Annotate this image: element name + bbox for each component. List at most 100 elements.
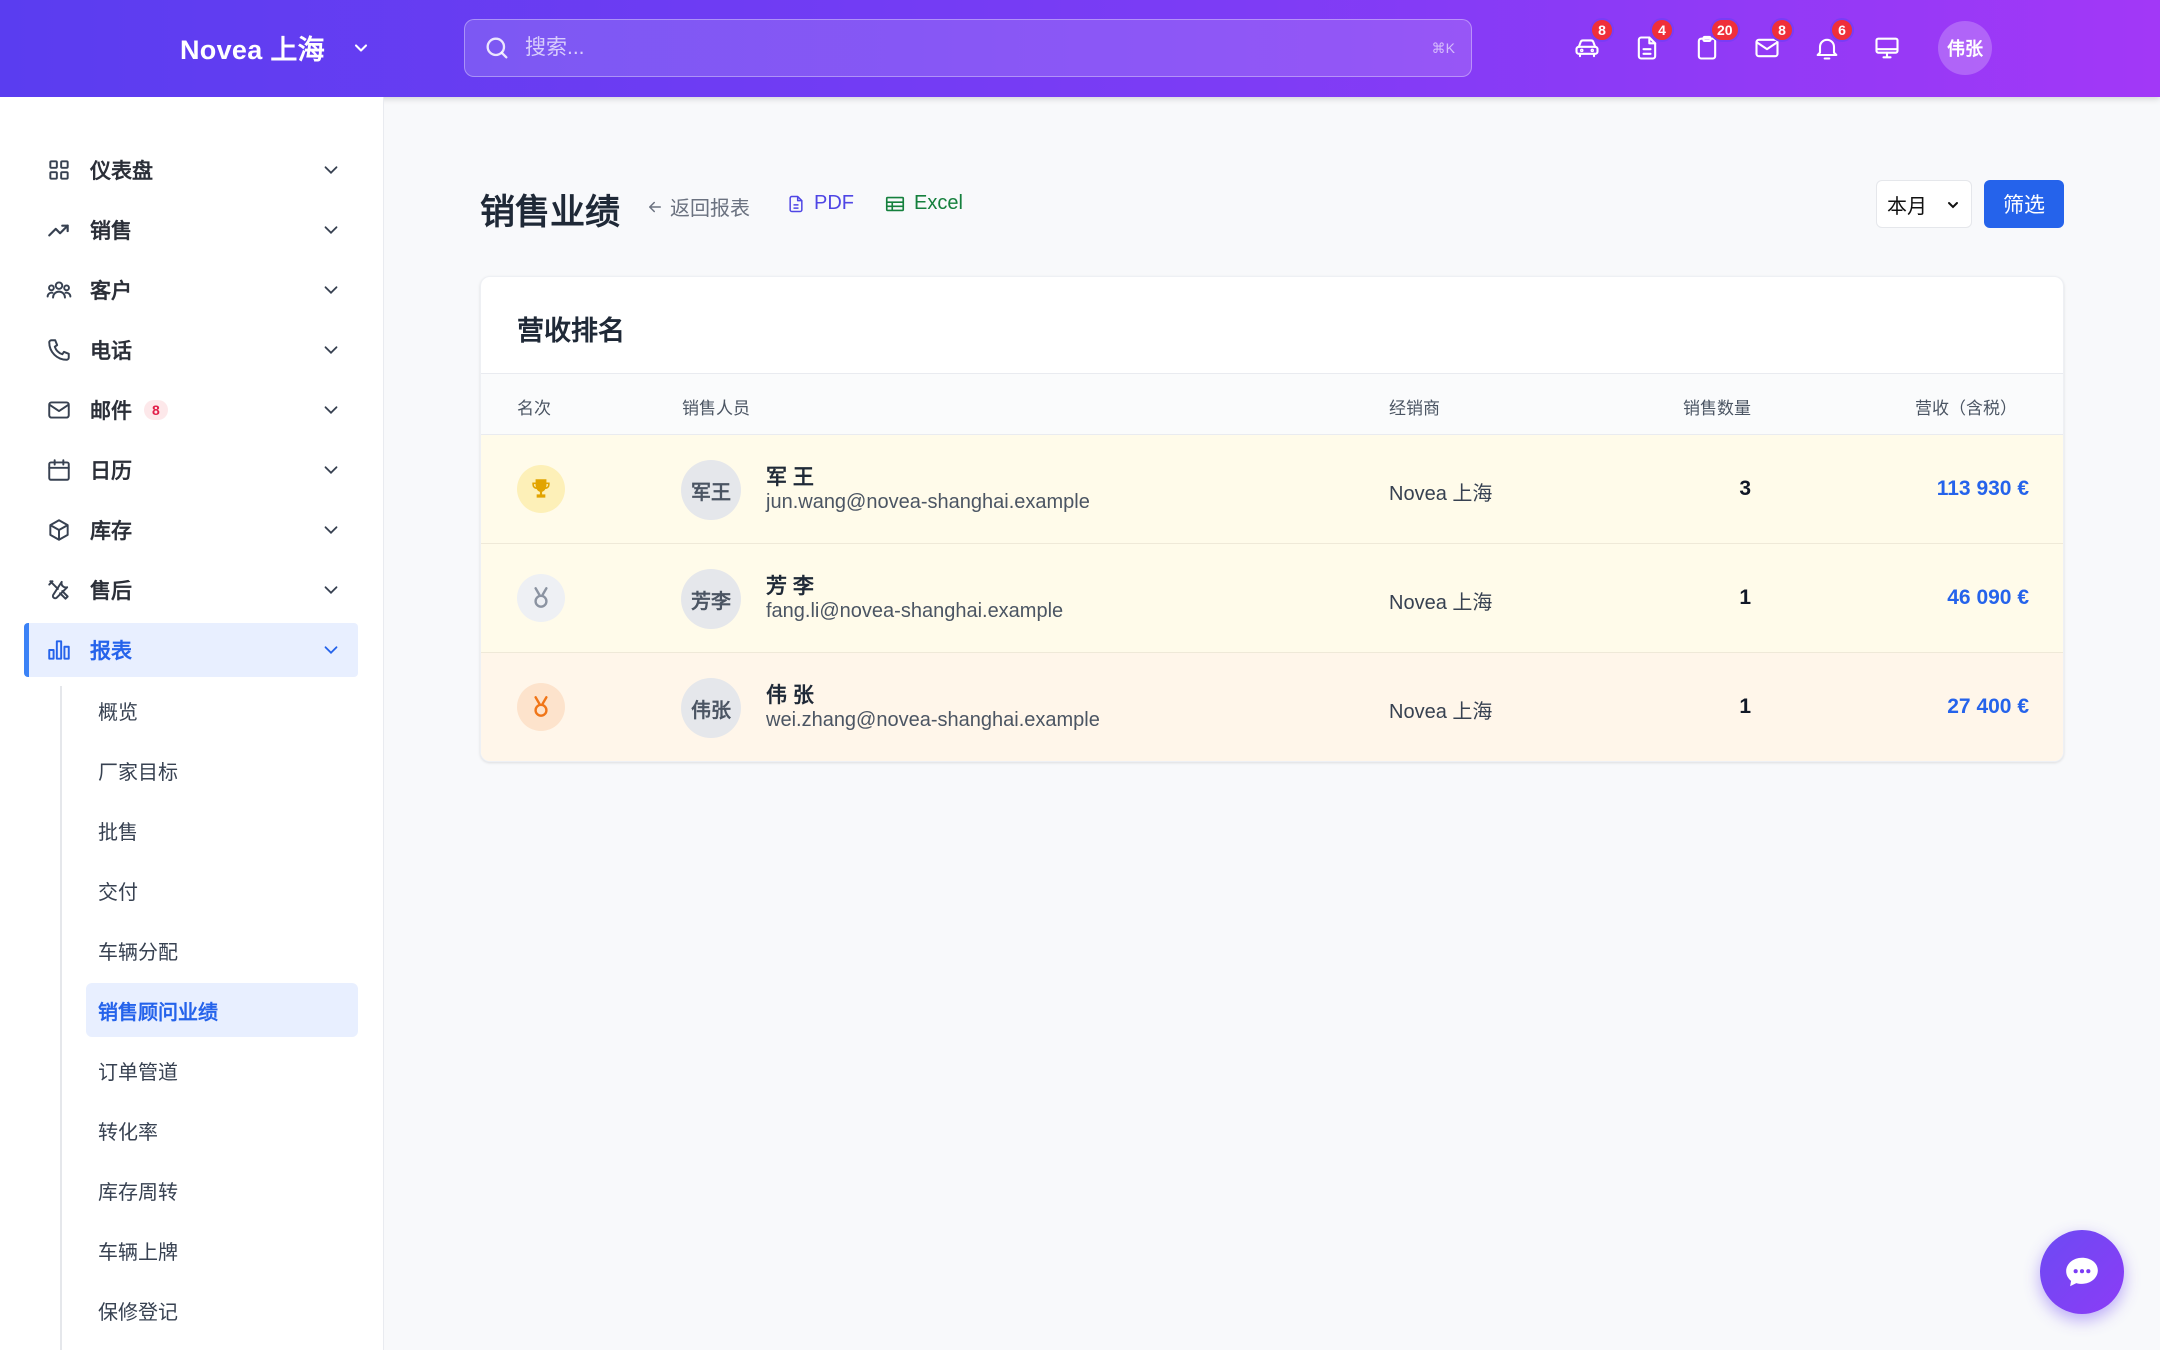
notification-badge: 8 <box>1590 18 1614 42</box>
notification-badge: 6 <box>1830 18 1854 42</box>
submenu-item-consultant-performance[interactable]: 销售顾问业绩 <box>86 983 358 1037</box>
avatar: 芳李 <box>681 569 741 629</box>
submenu-item-conversion-rate[interactable]: 转化率 <box>86 1103 358 1157</box>
sidebar-item-mail[interactable]: 邮件 8 <box>24 383 358 437</box>
filter-button[interactable]: 筛选 <box>1984 180 2064 228</box>
submenu-item-order-pipeline[interactable]: 订单管道 <box>86 1043 358 1097</box>
sidebar-item-label: 电话 <box>90 340 132 363</box>
mail-count-badge: 8 <box>144 400 168 420</box>
monitor-icon <box>1875 37 1899 59</box>
sidebar-item-sales[interactable]: 销售 <box>24 203 358 257</box>
chevron-down-icon <box>324 346 338 355</box>
chart-icon <box>44 635 74 665</box>
salesperson-email: fang.li@novea-shanghai.example <box>766 600 1064 622</box>
revenue-value: 27 400 € <box>1947 695 2029 718</box>
search-icon <box>486 37 508 59</box>
search-box[interactable]: ⌘K <box>464 19 1472 77</box>
column-header-quantity: 销售数量 <box>1683 399 1751 418</box>
display-button[interactable] <box>1870 26 1904 70</box>
car-button[interactable]: 8 <box>1570 18 1614 70</box>
submenu-guide-line <box>60 686 62 1350</box>
brand-switcher[interactable]: Novea 上海 <box>180 28 371 67</box>
sidebar-item-label: 报表 <box>90 640 132 663</box>
mail-button[interactable]: 8 <box>1750 18 1794 70</box>
search-shortcut: ⌘K <box>1431 39 1455 56</box>
page-title: 销售业绩 <box>480 193 621 232</box>
period-select[interactable]: 本月 <box>1876 180 1972 228</box>
chevron-down-icon <box>1948 202 1958 209</box>
documents-button[interactable]: 4 <box>1630 18 1674 70</box>
chevron-down-icon <box>324 286 338 295</box>
avatar: 伟张 <box>681 678 741 738</box>
submenu-item-warranty[interactable]: 保修登记 <box>86 1283 358 1337</box>
dealer-name: Novea 上海 <box>1389 592 1493 614</box>
sidebar-item-after-sales[interactable]: 售后 <box>24 563 358 617</box>
column-header-dealer: 经销商 <box>1389 399 1440 418</box>
submenu-item-wholesale[interactable]: 批售 <box>86 803 358 857</box>
user-avatar[interactable]: 伟张 <box>1938 21 1992 75</box>
salesperson-email: wei.zhang@novea-shanghai.example <box>766 709 1100 731</box>
sidebar-item-label: 库存 <box>90 520 132 543</box>
sales-quantity: 3 <box>1739 477 1751 500</box>
phone-icon <box>44 335 74 365</box>
submenu-item-registration[interactable]: 车辆上牌 <box>86 1223 358 1277</box>
chevron-down-icon <box>324 166 338 175</box>
dealer-name: Novea 上海 <box>1389 483 1493 505</box>
column-header-salesperson: 销售人员 <box>682 399 750 418</box>
top-bar: Novea 上海 ⌘K 8 4 20 8 6 伟张 <box>0 0 2160 97</box>
period-value: 本月 <box>1887 195 1927 218</box>
submenu-item-overview[interactable]: 概览 <box>86 683 358 737</box>
chevron-down-icon <box>324 466 338 475</box>
submenu-item-oem-targets[interactable]: 厂家目标 <box>86 743 358 797</box>
notification-badge: 8 <box>1770 18 1794 42</box>
submenu-item-stock-turnover[interactable]: 库存周转 <box>86 1163 358 1217</box>
trophy-icon <box>517 465 565 513</box>
card-title: 营收排名 <box>517 316 625 346</box>
sidebar-item-reports[interactable]: 报表 <box>24 623 358 677</box>
chevron-down-icon <box>324 586 338 595</box>
tools-icon <box>44 575 74 605</box>
sidebar-item-inventory[interactable]: 库存 <box>24 503 358 557</box>
submenu-item-delivery[interactable]: 交付 <box>86 863 358 917</box>
search-input[interactable] <box>525 36 1432 60</box>
chevron-down-icon <box>324 526 338 535</box>
chat-button[interactable] <box>2040 1230 2124 1314</box>
dealer-name: Novea 上海 <box>1389 701 1493 723</box>
salesperson-name: 军 王 <box>766 466 814 489</box>
revenue-value: 46 090 € <box>1947 586 2029 609</box>
brand-name: Novea 上海 <box>180 35 325 65</box>
chevron-down-icon <box>324 406 338 415</box>
chevron-down-icon <box>354 43 367 52</box>
sidebar-item-dashboard[interactable]: 仪表盘 <box>24 143 358 197</box>
notifications-button[interactable]: 6 <box>1810 18 1854 70</box>
back-to-reports-link[interactable]: 返回报表 <box>646 192 750 221</box>
avatar: 军王 <box>681 460 741 520</box>
sidebar-item-label: 日历 <box>90 460 132 483</box>
sidebar-item-calendar[interactable]: 日历 <box>24 443 358 497</box>
file-icon <box>789 195 803 212</box>
submenu-item-vehicle-allocation[interactable]: 车辆分配 <box>86 923 358 977</box>
chat-icon <box>2066 1257 2098 1287</box>
chevron-down-icon <box>324 646 338 655</box>
back-label: 返回报表 <box>670 198 750 220</box>
sidebar-item-label: 邮件 <box>90 400 132 423</box>
tasks-button[interactable]: 20 <box>1690 18 1740 70</box>
table-row[interactable]: 伟张 伟 张 wei.zhang@novea-shanghai.example … <box>481 653 2063 761</box>
table-header: 名次 销售人员 经销商 销售数量 营收（含税） <box>481 373 2063 435</box>
export-excel-link[interactable]: Excel <box>884 192 963 215</box>
table-row[interactable]: 芳李 芳 李 fang.li@novea-shanghai.example No… <box>481 544 2063 653</box>
revenue-ranking-card: 营收排名 名次 销售人员 经销商 销售数量 营收（含税） 军王 军 王 jun.… <box>480 276 2064 762</box>
notification-badge: 20 <box>1710 18 1740 42</box>
sales-quantity: 1 <box>1739 695 1751 718</box>
medal-icon <box>517 574 565 622</box>
arrow-left-icon <box>649 201 661 212</box>
grid-icon <box>44 155 74 185</box>
column-header-rank: 名次 <box>517 399 551 418</box>
sidebar-item-label: 客户 <box>90 280 132 303</box>
sidebar-item-customers[interactable]: 客户 <box>24 263 358 317</box>
chevron-down-icon <box>324 226 338 235</box>
table-row[interactable]: 军王 军 王 jun.wang@novea-shanghai.example N… <box>481 435 2063 544</box>
export-pdf-link[interactable]: PDF <box>786 192 854 215</box>
sidebar-item-phone[interactable]: 电话 <box>24 323 358 377</box>
excel-label: Excel <box>914 192 963 214</box>
